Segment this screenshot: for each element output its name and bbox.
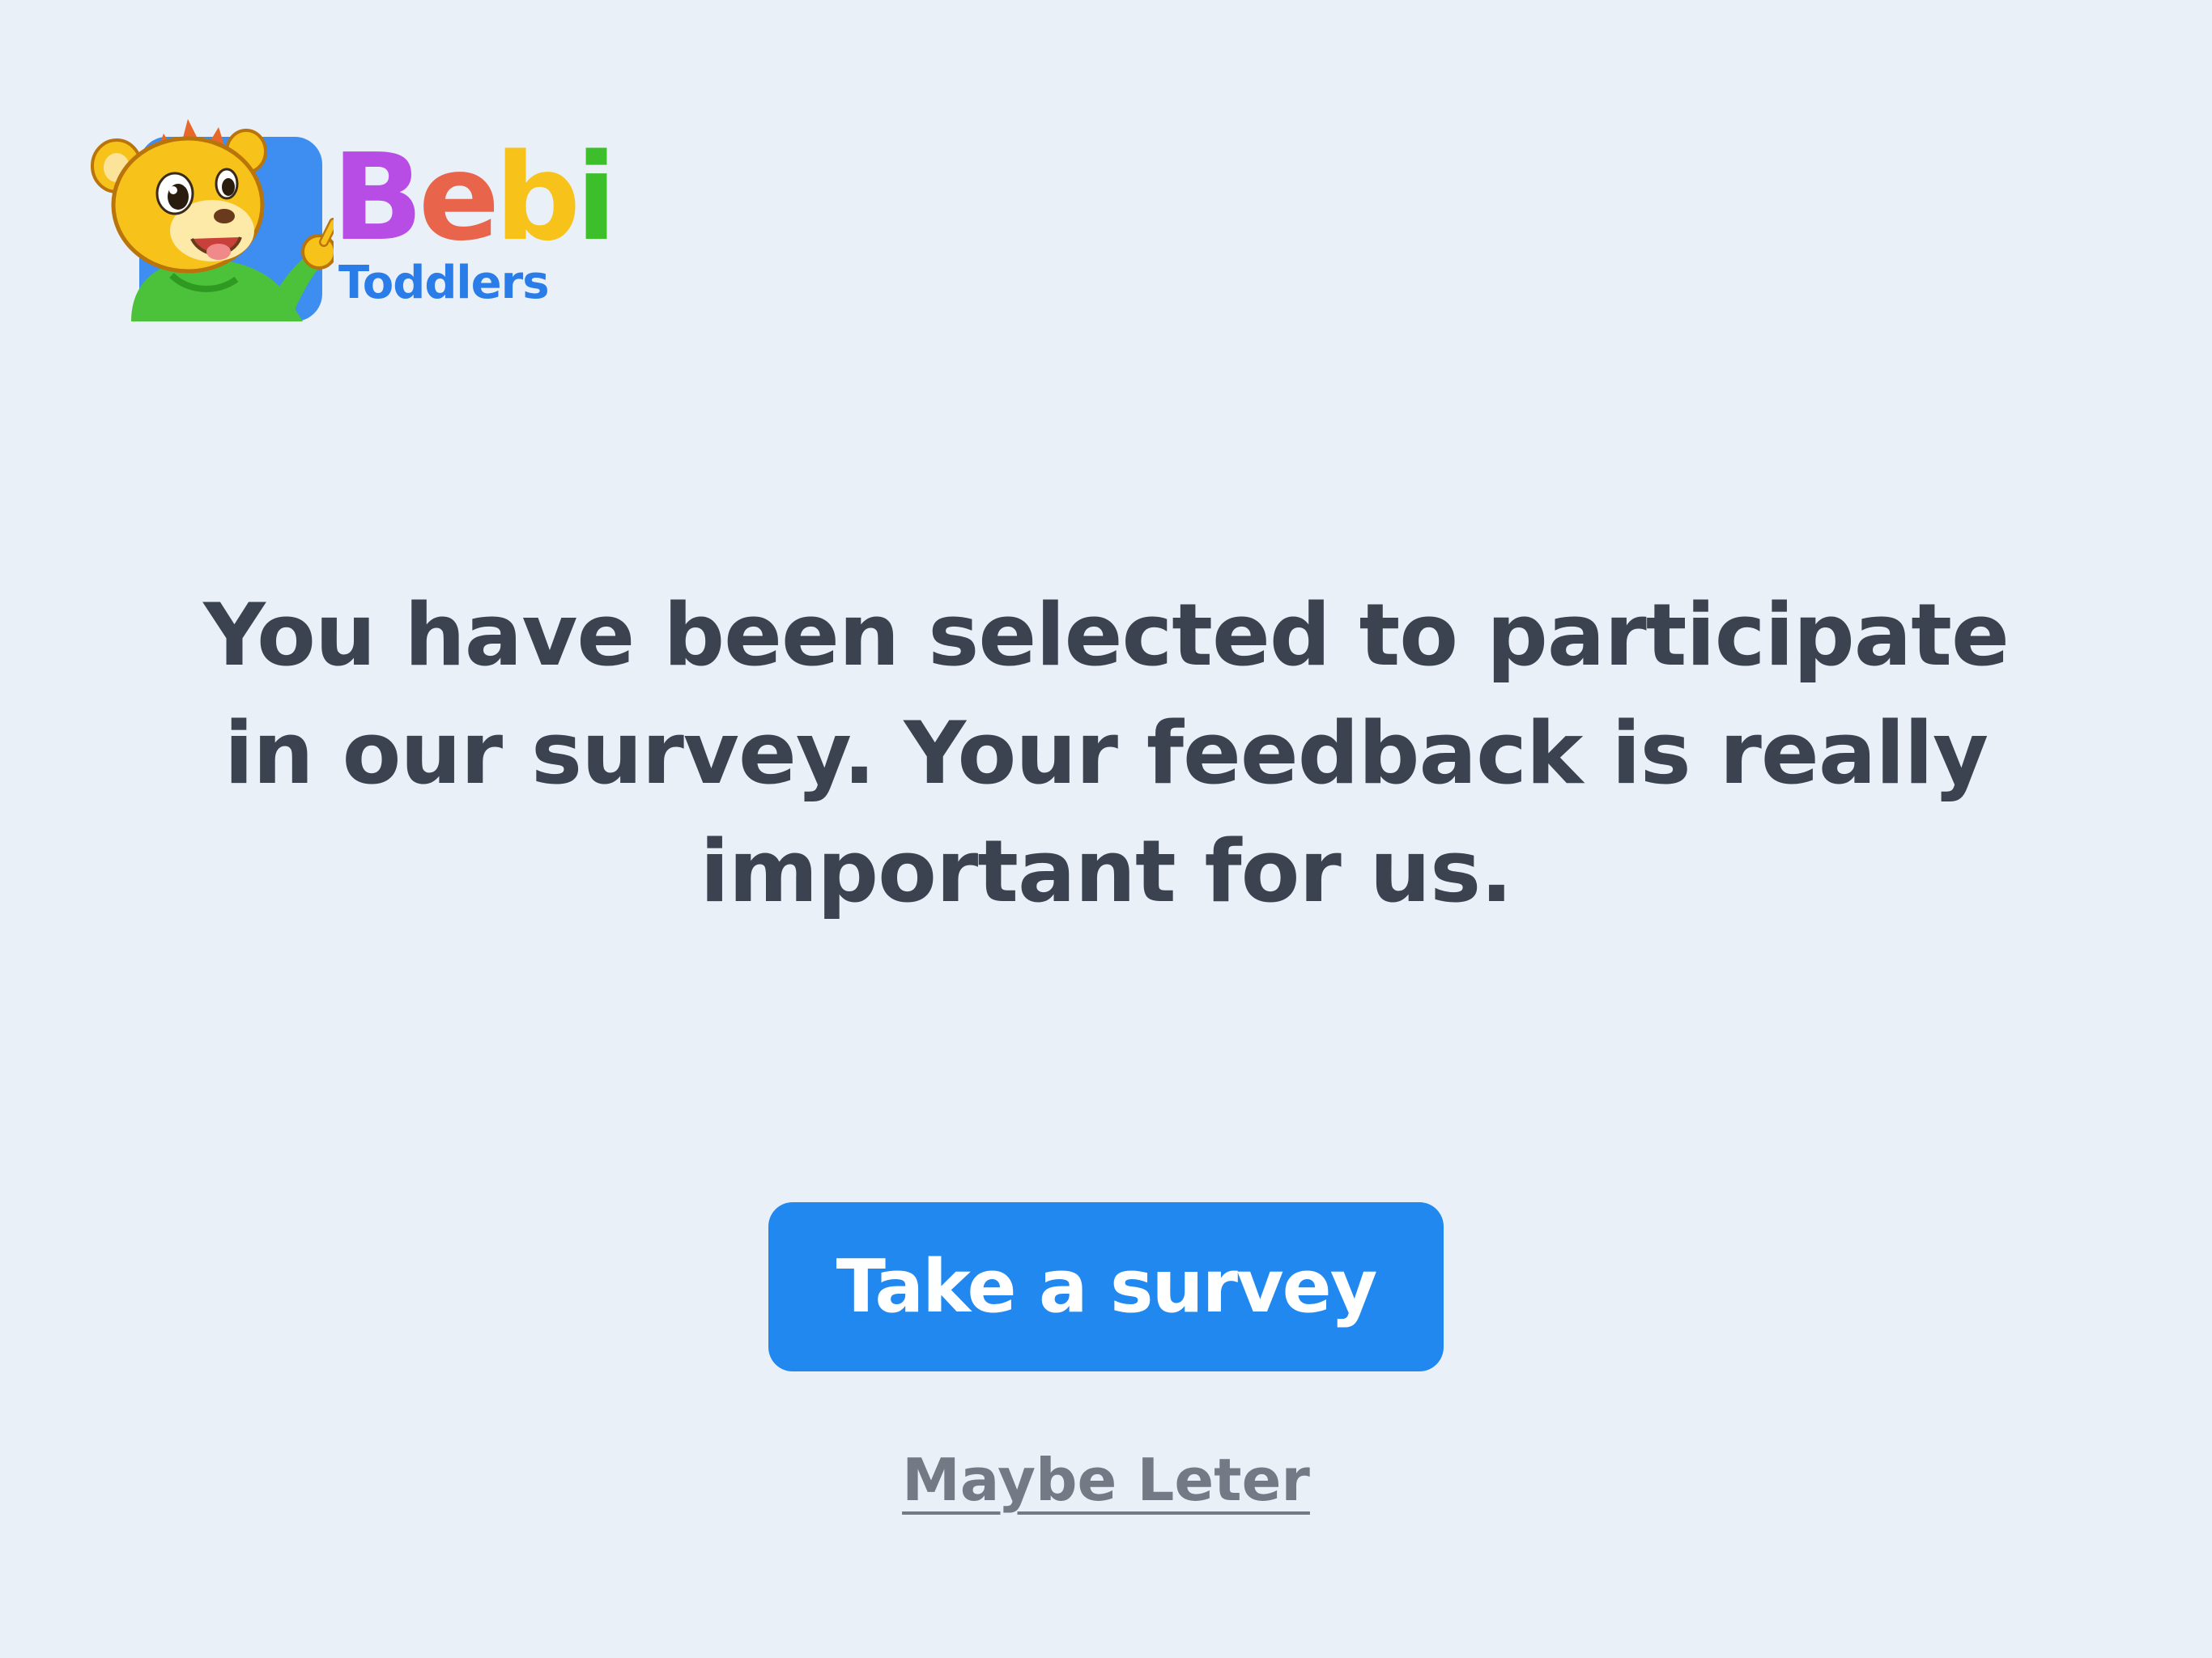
app-logo: Bebi Toddlers [74, 109, 617, 328]
logo-letter: e [418, 128, 500, 267]
logo-letter: B [332, 128, 423, 267]
survey-invitation-message: You have been selected to participate in… [203, 585, 2010, 921]
logo-letter: i [576, 128, 617, 267]
lion-cub-mascot-icon [91, 119, 334, 321]
take-survey-button[interactable]: Take a survey [768, 1202, 1444, 1371]
logo-subtitle: Toddlers [338, 257, 550, 309]
maybe-later-link[interactable]: Maybe Leter [863, 1439, 1349, 1520]
logo-letter: b [495, 128, 581, 267]
logo-wordmark: Bebi [332, 138, 617, 257]
